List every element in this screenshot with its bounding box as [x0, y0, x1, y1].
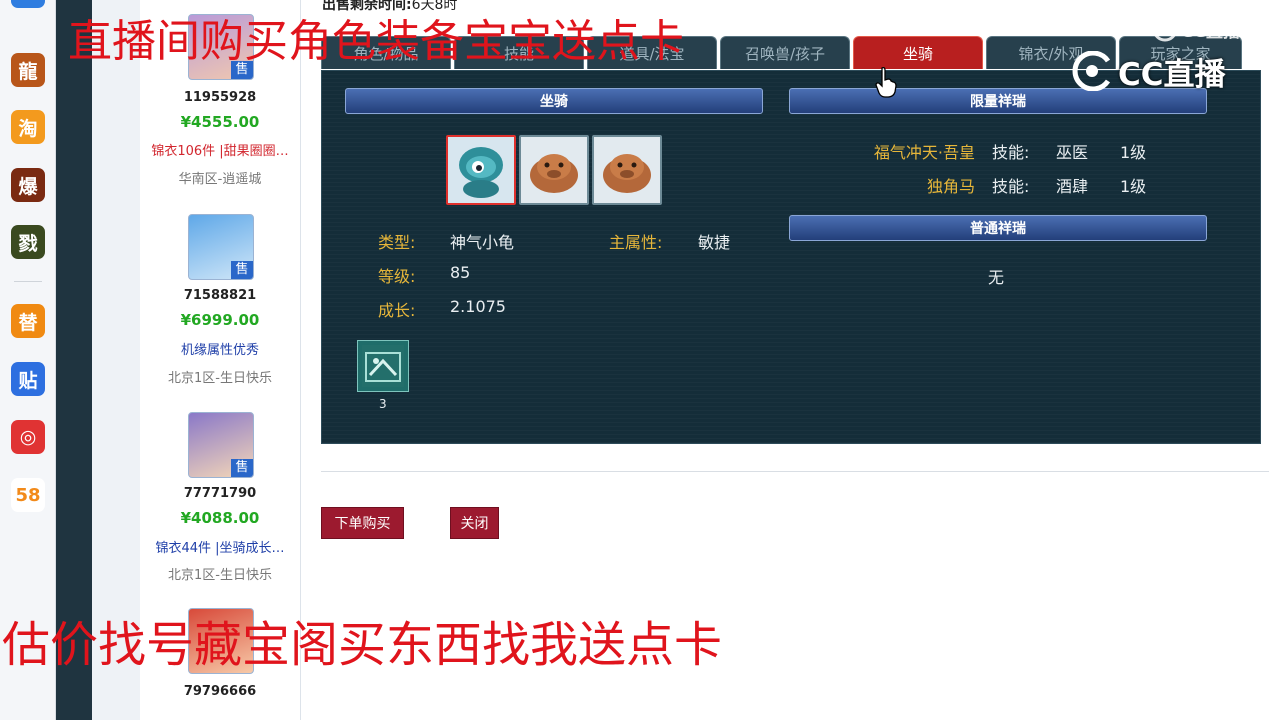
equipment-count: 3 [379, 397, 387, 411]
mount-thumbnail[interactable] [592, 135, 662, 205]
xiangrui-name: 福气冲天·吾皇 [873, 143, 975, 162]
xiangrui-name: 独角马 [926, 177, 975, 196]
mount-thumbnail[interactable] [446, 135, 516, 205]
xiangrui-skill-label: 技能: [992, 177, 1030, 196]
tab-pets[interactable]: 召唤兽/孩子 [720, 36, 850, 69]
xiangrui-level: 1级 [1120, 177, 1147, 196]
listing-server: 北京1区-生日快乐 [168, 371, 272, 386]
xiangrui-skill: 酒肆 [1056, 177, 1089, 196]
cc-watermark-small-text: CC直播 [1181, 21, 1240, 42]
listing-tag[interactable]: 锦衣106件 |甜果圈圈… [140, 140, 300, 159]
dock-separator [14, 281, 42, 282]
mount-header: 坐骑 [345, 88, 763, 114]
avatar[interactable]: 售 [188, 214, 254, 280]
xiangrui-skill-label: 技能: [992, 143, 1030, 162]
taobao-icon[interactable]: 淘 [11, 110, 45, 144]
mount-thumbnail[interactable] [519, 135, 589, 205]
stream-caption-top: 直播间购买角色装备宝宝送点卡 [68, 16, 684, 67]
mount-equipment-slot[interactable] [357, 340, 409, 392]
normal-xiangrui-header: 普通祥瑞 [789, 215, 1207, 241]
listing-id: 11955928 [183, 90, 257, 105]
xiangrui-skill: 巫医 [1056, 143, 1089, 162]
capybara-mount-icon [521, 137, 587, 203]
app-icon-orange[interactable]: 替 [11, 304, 45, 338]
listing-id: 71588821 [183, 288, 257, 303]
cc-watermark-large-text: CC直播 [1118, 56, 1226, 93]
hand-cursor-icon [875, 66, 897, 98]
netease-music-icon[interactable]: ◎ [11, 420, 45, 454]
listing-id: 79796666 [183, 684, 257, 699]
sale-badge: 售 [231, 261, 253, 279]
growth-value: 2.1075 [450, 297, 506, 316]
listing-id: 77771790 [183, 486, 257, 501]
cc-logo-icon [1152, 16, 1178, 42]
stream-caption-bottom: 估价找号藏宝阁买东西找我送点卡 [2, 617, 723, 673]
normal-xiangrui-value: 无 [988, 268, 1005, 287]
listing-tag[interactable]: 锦衣44件 |坐骑成长… [140, 537, 300, 556]
type-value: 神气小龟 [450, 233, 515, 252]
xiangrui-row: 福气冲天·吾皇 技能: 巫医 1级 [790, 139, 1205, 163]
xiangrui-level: 1级 [1120, 143, 1147, 162]
buy-button[interactable]: 下单购买 [321, 507, 404, 539]
growth-label: 成长: [378, 301, 416, 320]
tab-mounts[interactable]: 坐骑 [853, 36, 983, 69]
cc-watermark-large: CC直播 [1070, 50, 1226, 93]
type-label: 类型: [378, 233, 416, 252]
listing-tag[interactable]: 机缘属性优秀 [140, 339, 300, 358]
main-attr-value: 敏捷 [698, 233, 731, 252]
cc-logo-icon [1072, 51, 1111, 91]
cc-watermark-small: CC直播 [1152, 15, 1240, 43]
equipment-icon [362, 345, 404, 387]
main-attr-label: 主属性: [609, 233, 663, 252]
listing-server: 北京1区-生日快乐 [168, 568, 272, 583]
58-icon[interactable]: 58 [11, 478, 45, 512]
level-label: 等级: [378, 267, 416, 286]
xiangrui-row: 独角马 技能: 酒肆 1级 [790, 173, 1205, 197]
close-button[interactable]: 关闭 [450, 507, 499, 539]
dock-top-icon[interactable] [11, 0, 45, 8]
level-value: 85 [450, 263, 471, 282]
divider [321, 471, 1269, 472]
listing-server: 华南区-逍遥城 [178, 172, 262, 187]
game-icon-3[interactable]: 戮 [11, 225, 45, 259]
listing-price: ¥4555.00 [180, 113, 260, 131]
game-icon-1[interactable]: 龍 [11, 53, 45, 87]
tieba-icon[interactable]: 贴 [11, 362, 45, 396]
sale-badge: 售 [231, 459, 253, 477]
turtle-mount-icon [448, 137, 514, 203]
mount-panel [321, 70, 1261, 444]
avatar[interactable]: 售 [188, 412, 254, 478]
listing-price: ¥4088.00 [180, 509, 260, 527]
listing-price: ¥6999.00 [180, 311, 260, 329]
game-icon-2[interactable]: 爆 [11, 168, 45, 202]
capybara-mount-icon [594, 137, 660, 203]
